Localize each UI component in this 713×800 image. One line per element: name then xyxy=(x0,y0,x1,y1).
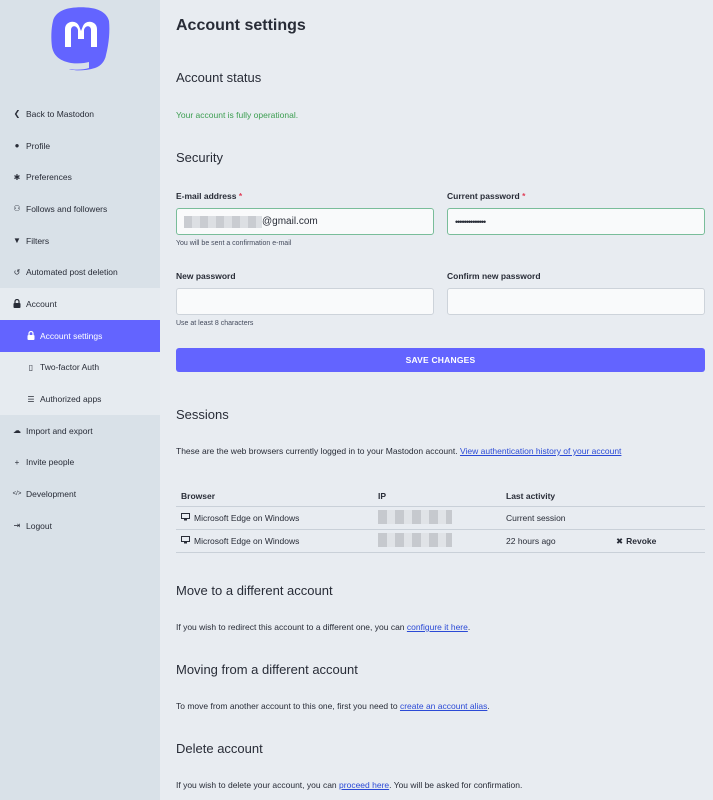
email-label: E-mail address * xyxy=(176,191,243,201)
sidebar-item-import-export[interactable]: ☁ Import and export xyxy=(0,415,160,447)
history-icon: ↺ xyxy=(13,267,21,277)
new-password-field[interactable] xyxy=(176,288,434,315)
cloud-icon: ☁ xyxy=(13,426,21,436)
close-icon: ✖ xyxy=(616,535,624,546)
table-row: Microsoft Edge on Windows 22 hours ago ✖… xyxy=(176,530,705,553)
configure-link[interactable]: configure it here xyxy=(407,622,468,632)
move-to-text: If you wish to redirect this account to … xyxy=(176,622,471,632)
sidebar-item-label: Follows and followers xyxy=(26,203,108,214)
account-status-heading: Account status xyxy=(176,70,262,85)
sessions-text: These are the web browsers currently log… xyxy=(176,446,622,456)
sidebar-item-label: Account xyxy=(26,298,57,309)
delete-account-text: If you wish to delete your account, you … xyxy=(176,780,523,790)
sidebar-item-label: Back to Mastodon xyxy=(26,108,95,119)
sidebar-item-label: Import and export xyxy=(26,425,93,436)
user-plus-icon: + xyxy=(14,457,20,467)
table-header: Browser IP Last activity xyxy=(176,486,705,507)
sidebar-item-account[interactable]: Account xyxy=(0,288,160,320)
desktop-icon xyxy=(181,536,190,546)
sidebar-item-follows[interactable]: ⚇ Follows and followers xyxy=(0,193,160,225)
sidebar: ❮ Back to Mastodon ● Profile ✱ Preferenc… xyxy=(0,0,160,800)
redacted-ip xyxy=(378,533,452,547)
sidebar-item-two-factor[interactable]: ▯ Two-factor Auth xyxy=(0,352,160,384)
account-status-text: Your account is fully operational. xyxy=(176,110,299,120)
main-content: Account settings Account status Your acc… xyxy=(160,0,713,800)
lock-icon xyxy=(12,299,22,309)
sidebar-item-label: Account settings xyxy=(40,330,103,341)
sidebar-item-post-deletion[interactable]: ↺ Automated post deletion xyxy=(0,256,160,288)
move-to-heading: Move to a different account xyxy=(176,583,333,598)
revoke-button[interactable]: ✖ Revoke xyxy=(616,536,705,547)
confirm-password-label: Confirm new password xyxy=(447,271,541,281)
sidebar-item-account-settings[interactable]: Account settings xyxy=(0,319,160,352)
code-icon: </> xyxy=(12,491,22,498)
sidebar-item-profile[interactable]: ● Profile xyxy=(0,130,160,162)
email-field[interactable]: @gmail.com xyxy=(176,208,434,235)
current-password-label: Current password * xyxy=(447,191,526,201)
page-title: Account settings xyxy=(176,17,306,34)
move-from-text: To move from another account to this one… xyxy=(176,701,490,711)
sidebar-item-development[interactable]: </> Development xyxy=(0,478,160,510)
table-row: Microsoft Edge on Windows Current sessio… xyxy=(176,507,705,530)
sidebar-item-invite[interactable]: + Invite people xyxy=(0,447,160,479)
save-changes-button[interactable]: SAVE CHANGES xyxy=(176,348,705,372)
sign-out-icon: ⇥ xyxy=(13,521,21,531)
sidebar-item-label: Invite people xyxy=(26,457,75,468)
mastodon-logo-icon[interactable] xyxy=(51,7,111,71)
sidebar-item-label: Logout xyxy=(26,520,52,531)
filter-icon: ▼ xyxy=(13,236,21,246)
security-heading: Security xyxy=(176,150,223,165)
page: ❮ Back to Mastodon ● Profile ✱ Preferenc… xyxy=(0,0,713,800)
sidebar-group-account: Account Account settings ▯ Two-factor Au… xyxy=(0,288,160,415)
current-password-field[interactable]: •••••••••••••• xyxy=(447,208,705,235)
mobile-icon: ▯ xyxy=(28,362,34,372)
chevron-left-icon: ❮ xyxy=(13,109,21,119)
move-from-heading: Moving from a different account xyxy=(176,662,358,677)
sidebar-item-back[interactable]: ❮ Back to Mastodon xyxy=(0,98,160,130)
delete-account-heading: Delete account xyxy=(176,741,263,756)
redacted-ip xyxy=(378,510,452,524)
sidebar-item-label: Two-factor Auth xyxy=(40,362,100,373)
sidebar-item-authorized-apps[interactable]: ☰ Authorized apps xyxy=(0,383,160,415)
user-icon: ● xyxy=(14,141,20,151)
sidebar-item-label: Filters xyxy=(26,235,50,246)
new-password-label: New password xyxy=(176,271,236,281)
create-alias-link[interactable]: create an account alias xyxy=(400,701,487,711)
lock-icon xyxy=(26,331,36,341)
sidebar-item-preferences[interactable]: ✱ Preferences xyxy=(0,161,160,193)
email-hint: You will be sent a confirmation e-mail xyxy=(176,240,292,247)
sidebar-item-filters[interactable]: ▼ Filters xyxy=(0,225,160,257)
sidebar-item-label: Profile xyxy=(26,140,51,151)
sidebar-item-label: Automated post deletion xyxy=(26,267,118,278)
auth-history-link[interactable]: View authentication history of your acco… xyxy=(460,446,621,456)
list-icon: ☰ xyxy=(27,394,35,404)
column-header-last-activity: Last activity xyxy=(506,491,556,501)
sidebar-item-label: Authorized apps xyxy=(40,394,102,405)
redacted-email-user xyxy=(184,215,262,228)
column-header-ip: IP xyxy=(378,491,387,501)
sessions-table: Browser IP Last activity Microsoft Edge … xyxy=(176,486,705,553)
sidebar-nav: ❮ Back to Mastodon ● Profile ✱ Preferenc… xyxy=(0,98,160,542)
gear-icon: ✱ xyxy=(13,172,21,182)
sessions-heading: Sessions xyxy=(176,407,229,422)
column-header-browser: Browser xyxy=(181,491,216,501)
confirm-password-field[interactable] xyxy=(447,288,705,315)
sidebar-item-logout[interactable]: ⇥ Logout xyxy=(0,510,160,542)
new-password-hint: Use at least 8 characters xyxy=(176,320,254,327)
desktop-icon xyxy=(181,513,190,523)
sidebar-item-label: Development xyxy=(26,489,77,500)
proceed-link[interactable]: proceed here xyxy=(339,780,389,790)
users-icon: ⚇ xyxy=(13,204,21,214)
sidebar-item-label: Preferences xyxy=(26,172,72,183)
